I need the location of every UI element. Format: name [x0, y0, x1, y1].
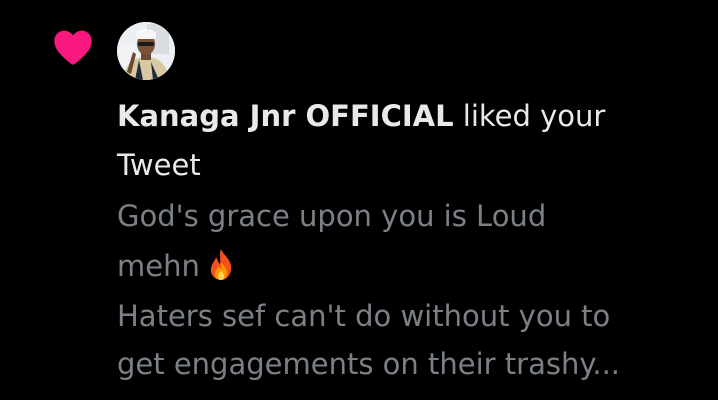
object-text: Tweet — [117, 148, 201, 182]
fire-emoji-icon — [210, 249, 231, 280]
notification-headline: Kanaga Jnr OFFICIAL liked your — [117, 96, 605, 136]
heart-icon — [54, 30, 92, 65]
tweet-text-line: get engagements on their trashy... — [117, 347, 621, 381]
tweet-text-line: God's grace upon you is Loud — [117, 199, 547, 233]
tweet-text-line: mehn — [117, 249, 200, 283]
tweet-text-line: Haters sef can't do without you to — [117, 299, 611, 333]
tweet-text-line-with-emoji: mehn — [117, 246, 236, 286]
user-avatar[interactable] — [117, 22, 175, 80]
action-text: liked your — [453, 99, 606, 133]
user-name-link[interactable]: Kanaga Jnr OFFICIAL — [117, 99, 454, 133]
like-notification[interactable]: Kanaga Jnr OFFICIAL liked your Tweet God… — [0, 0, 718, 400]
